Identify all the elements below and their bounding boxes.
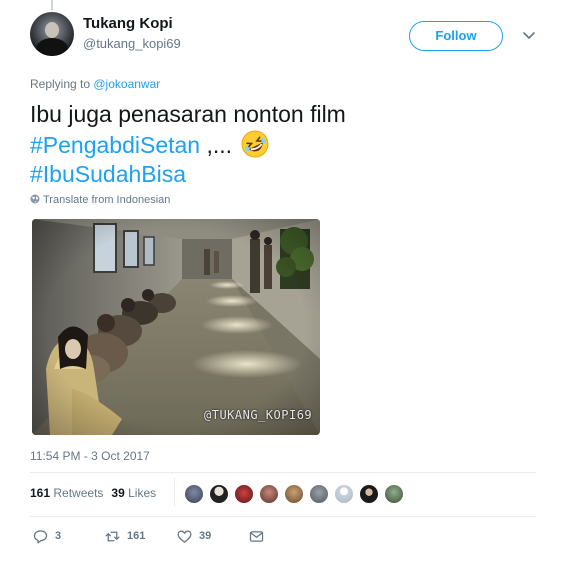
translate-label: Translate from Indonesian bbox=[43, 194, 171, 206]
tweet-actions: 3 161 39 bbox=[32, 526, 332, 546]
reply-count: 3 bbox=[55, 530, 62, 542]
divider bbox=[30, 472, 536, 473]
likes-count: 39 bbox=[111, 486, 125, 500]
divider bbox=[30, 516, 536, 517]
tweet-photo[interactable]: @TUKANG_KOPI69 bbox=[32, 219, 320, 435]
author-display-name[interactable]: Tukang Kopi bbox=[83, 15, 173, 32]
retweet-button[interactable]: 161 bbox=[104, 526, 145, 546]
reply-icon bbox=[33, 529, 48, 544]
replying-to-label: Replying to bbox=[30, 77, 94, 91]
thread-connector-line bbox=[51, 0, 53, 10]
reply-button[interactable]: 3 bbox=[32, 526, 61, 546]
follow-button[interactable]: Follow bbox=[409, 21, 503, 51]
like-count: 39 bbox=[199, 530, 212, 542]
stats-separator bbox=[174, 478, 175, 506]
replying-to-link[interactable]: @jokoanwar bbox=[93, 77, 160, 91]
hashtag-link[interactable]: #PengabdiSetan bbox=[30, 132, 200, 158]
retweets-count: 161 bbox=[30, 486, 51, 500]
retweets-stat[interactable]: 161 Retweets bbox=[30, 486, 103, 500]
author-avatar[interactable] bbox=[30, 12, 74, 56]
photo-watermark: @TUKANG_KOPI69 bbox=[204, 408, 313, 422]
cinema-hallway-photo bbox=[32, 219, 320, 435]
retweet-count: 161 bbox=[127, 530, 146, 542]
likes-label: Likes bbox=[128, 486, 157, 500]
tweet-text-ellipsis: ,... bbox=[200, 132, 239, 158]
liker-avatar[interactable] bbox=[309, 484, 329, 504]
liker-avatar[interactable] bbox=[334, 484, 354, 504]
rolling-laughing-emoji-icon bbox=[241, 130, 269, 158]
liker-avatar[interactable] bbox=[284, 484, 304, 504]
liker-avatar[interactable] bbox=[259, 484, 279, 504]
avatar-body bbox=[36, 38, 68, 56]
replying-to-line: Replying to @jokoanwar bbox=[30, 77, 160, 91]
likes-stat[interactable]: 39 Likes bbox=[111, 486, 156, 500]
tweet-stats: 161 Retweets 39 Likes bbox=[30, 486, 156, 500]
tweet-timestamp[interactable]: 11:54 PM - 3 Oct 2017 bbox=[30, 449, 150, 463]
chevron-down-icon[interactable] bbox=[522, 28, 536, 42]
globe-icon bbox=[30, 194, 40, 204]
heart-icon bbox=[177, 530, 192, 543]
avatar-face bbox=[45, 22, 59, 38]
liker-avatar[interactable] bbox=[234, 484, 254, 504]
retweets-label: Retweets bbox=[53, 486, 104, 500]
message-icon bbox=[249, 530, 264, 542]
retweet-icon bbox=[105, 531, 120, 541]
author-handle[interactable]: @tukang_kopi69 bbox=[83, 36, 181, 51]
tweet-text-plain: Ibu juga penasaran nonton film bbox=[30, 101, 346, 127]
liker-avatar[interactable] bbox=[384, 484, 404, 504]
liker-avatar[interactable] bbox=[209, 484, 229, 504]
liker-avatar[interactable] bbox=[359, 484, 379, 504]
like-button[interactable]: 39 bbox=[176, 526, 211, 546]
hashtag-link[interactable]: #IbuSudahBisa bbox=[30, 161, 186, 187]
direct-message-button[interactable] bbox=[248, 526, 265, 546]
tweet-header: Tukang Kopi @tukang_kopi69 Follow bbox=[30, 12, 540, 58]
translate-link[interactable]: Translate from Indonesian bbox=[30, 194, 170, 206]
tweet-text: Ibu juga penasaran nonton film #Pengabdi… bbox=[30, 100, 510, 189]
liker-avatar[interactable] bbox=[184, 484, 204, 504]
